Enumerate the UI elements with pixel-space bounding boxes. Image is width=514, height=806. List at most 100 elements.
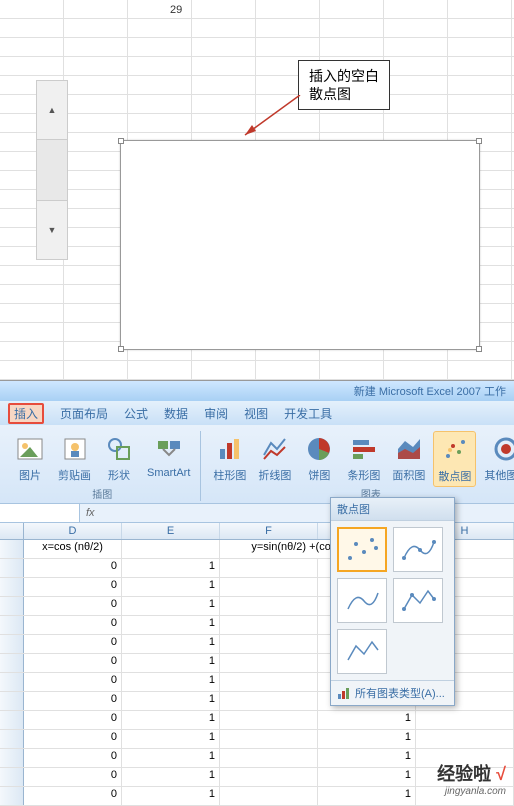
row-header[interactable]	[0, 578, 24, 596]
row-header[interactable]	[0, 635, 24, 653]
tab-developer[interactable]: 开发工具	[284, 405, 332, 422]
row-header[interactable]	[0, 616, 24, 634]
cell[interactable]: 0	[24, 654, 122, 672]
scatter-markers-only[interactable]	[337, 527, 387, 572]
row-header[interactable]	[0, 559, 24, 577]
cell[interactable]	[220, 559, 318, 577]
shapes-button[interactable]: 形状	[99, 431, 139, 487]
cell[interactable]: 1	[122, 673, 220, 691]
cell[interactable]: 1	[318, 768, 416, 786]
other-chart-button[interactable]: 其他图表	[480, 431, 514, 487]
cell[interactable]: 1	[122, 616, 220, 634]
cell[interactable]: 1	[122, 749, 220, 767]
cell[interactable]	[220, 749, 318, 767]
row-header[interactable]	[0, 673, 24, 691]
scatter-chart-button[interactable]: 散点图	[433, 431, 476, 487]
cell[interactable]: 1	[318, 787, 416, 805]
scatter-straight-lines[interactable]	[337, 629, 387, 674]
cell[interactable]: 1	[318, 730, 416, 748]
scatter-straight-markers[interactable]	[393, 578, 443, 623]
picture-button[interactable]: 图片	[10, 431, 50, 487]
clipart-button[interactable]: 剪贴画	[54, 431, 95, 487]
cell[interactable]	[220, 673, 318, 691]
cell[interactable]: 1	[122, 635, 220, 653]
pie-chart-button[interactable]: 饼图	[299, 431, 339, 487]
cell[interactable]: 0	[24, 559, 122, 577]
row-header[interactable]	[0, 787, 24, 805]
cell[interactable]	[220, 635, 318, 653]
cell[interactable]: 1	[122, 578, 220, 596]
cell[interactable]	[122, 540, 220, 558]
cell[interactable]: 1	[318, 749, 416, 767]
cell[interactable]: 0	[24, 597, 122, 615]
cell[interactable]: 0	[24, 578, 122, 596]
cell[interactable]: 1	[122, 559, 220, 577]
cell[interactable]: 1	[122, 654, 220, 672]
cell[interactable]: 0	[24, 749, 122, 767]
cell[interactable]	[220, 597, 318, 615]
cell[interactable]: 0	[24, 673, 122, 691]
bar-chart-button[interactable]: 条形图	[343, 431, 384, 487]
resize-handle[interactable]	[476, 346, 482, 352]
cell[interactable]: 0	[24, 692, 122, 710]
tab-data[interactable]: 数据	[164, 405, 188, 422]
col-header-e[interactable]: E	[122, 523, 220, 539]
col-header-d[interactable]: D	[24, 523, 122, 539]
cell[interactable]: 0	[24, 787, 122, 805]
cell[interactable]: 1	[122, 711, 220, 729]
cell[interactable]: 0	[24, 730, 122, 748]
col-header-f[interactable]: F	[220, 523, 318, 539]
row-header[interactable]	[0, 654, 24, 672]
column-chart-button[interactable]: 柱形图	[209, 431, 250, 487]
name-box[interactable]	[0, 504, 80, 522]
cell[interactable]: 1	[318, 711, 416, 729]
cell[interactable]	[220, 768, 318, 786]
cell[interactable]: 1	[122, 692, 220, 710]
cell[interactable]	[416, 730, 514, 748]
resize-handle[interactable]	[118, 138, 124, 144]
resize-handle[interactable]	[476, 138, 482, 144]
scatter-smooth-markers[interactable]	[393, 527, 443, 572]
cell[interactable]: 1	[122, 768, 220, 786]
smartart-button[interactable]: SmartArt	[143, 431, 194, 487]
line-chart-button[interactable]: 折线图	[254, 431, 295, 487]
empty-chart-placeholder[interactable]	[120, 140, 480, 350]
cell[interactable]	[220, 654, 318, 672]
cell[interactable]	[220, 692, 318, 710]
row-header[interactable]	[0, 597, 24, 615]
cell[interactable]	[416, 711, 514, 729]
scroll-track[interactable]	[36, 140, 68, 200]
fx-label[interactable]: fx	[80, 507, 101, 519]
cell[interactable]: 0	[24, 768, 122, 786]
cell[interactable]: 1	[122, 730, 220, 748]
scroll-down-button[interactable]: ▼	[36, 200, 68, 260]
scroll-up-button[interactable]: ▲	[36, 80, 68, 140]
tab-review[interactable]: 审阅	[204, 405, 228, 422]
cell[interactable]	[220, 578, 318, 596]
resize-handle[interactable]	[118, 346, 124, 352]
tab-insert[interactable]: 插入	[8, 403, 44, 424]
cell[interactable]	[220, 616, 318, 634]
cell[interactable]: 1	[122, 597, 220, 615]
row-header[interactable]	[0, 540, 24, 558]
scatter-smooth-lines[interactable]	[337, 578, 387, 623]
tab-view[interactable]: 视图	[244, 405, 268, 422]
cell[interactable]	[220, 787, 318, 805]
row-header[interactable]	[0, 692, 24, 710]
all-chart-types-button[interactable]: 所有图表类型(A)...	[331, 680, 454, 705]
tab-formulas[interactable]: 公式	[124, 405, 148, 422]
area-chart-button[interactable]: 面积图	[388, 431, 429, 487]
row-header[interactable]	[0, 711, 24, 729]
cell[interactable]: 0	[24, 635, 122, 653]
select-all-corner[interactable]	[0, 523, 24, 539]
cell[interactable]: 0	[24, 616, 122, 634]
formula-cell-d[interactable]: x=cos (nθ/2)	[24, 540, 122, 558]
row-header[interactable]	[0, 768, 24, 786]
cell[interactable]: 0	[24, 711, 122, 729]
cell[interactable]	[220, 730, 318, 748]
cell[interactable]	[220, 711, 318, 729]
row-header[interactable]	[0, 730, 24, 748]
cell[interactable]: 1	[122, 787, 220, 805]
tab-page-layout[interactable]: 页面布局	[60, 405, 108, 422]
row-header[interactable]	[0, 749, 24, 767]
